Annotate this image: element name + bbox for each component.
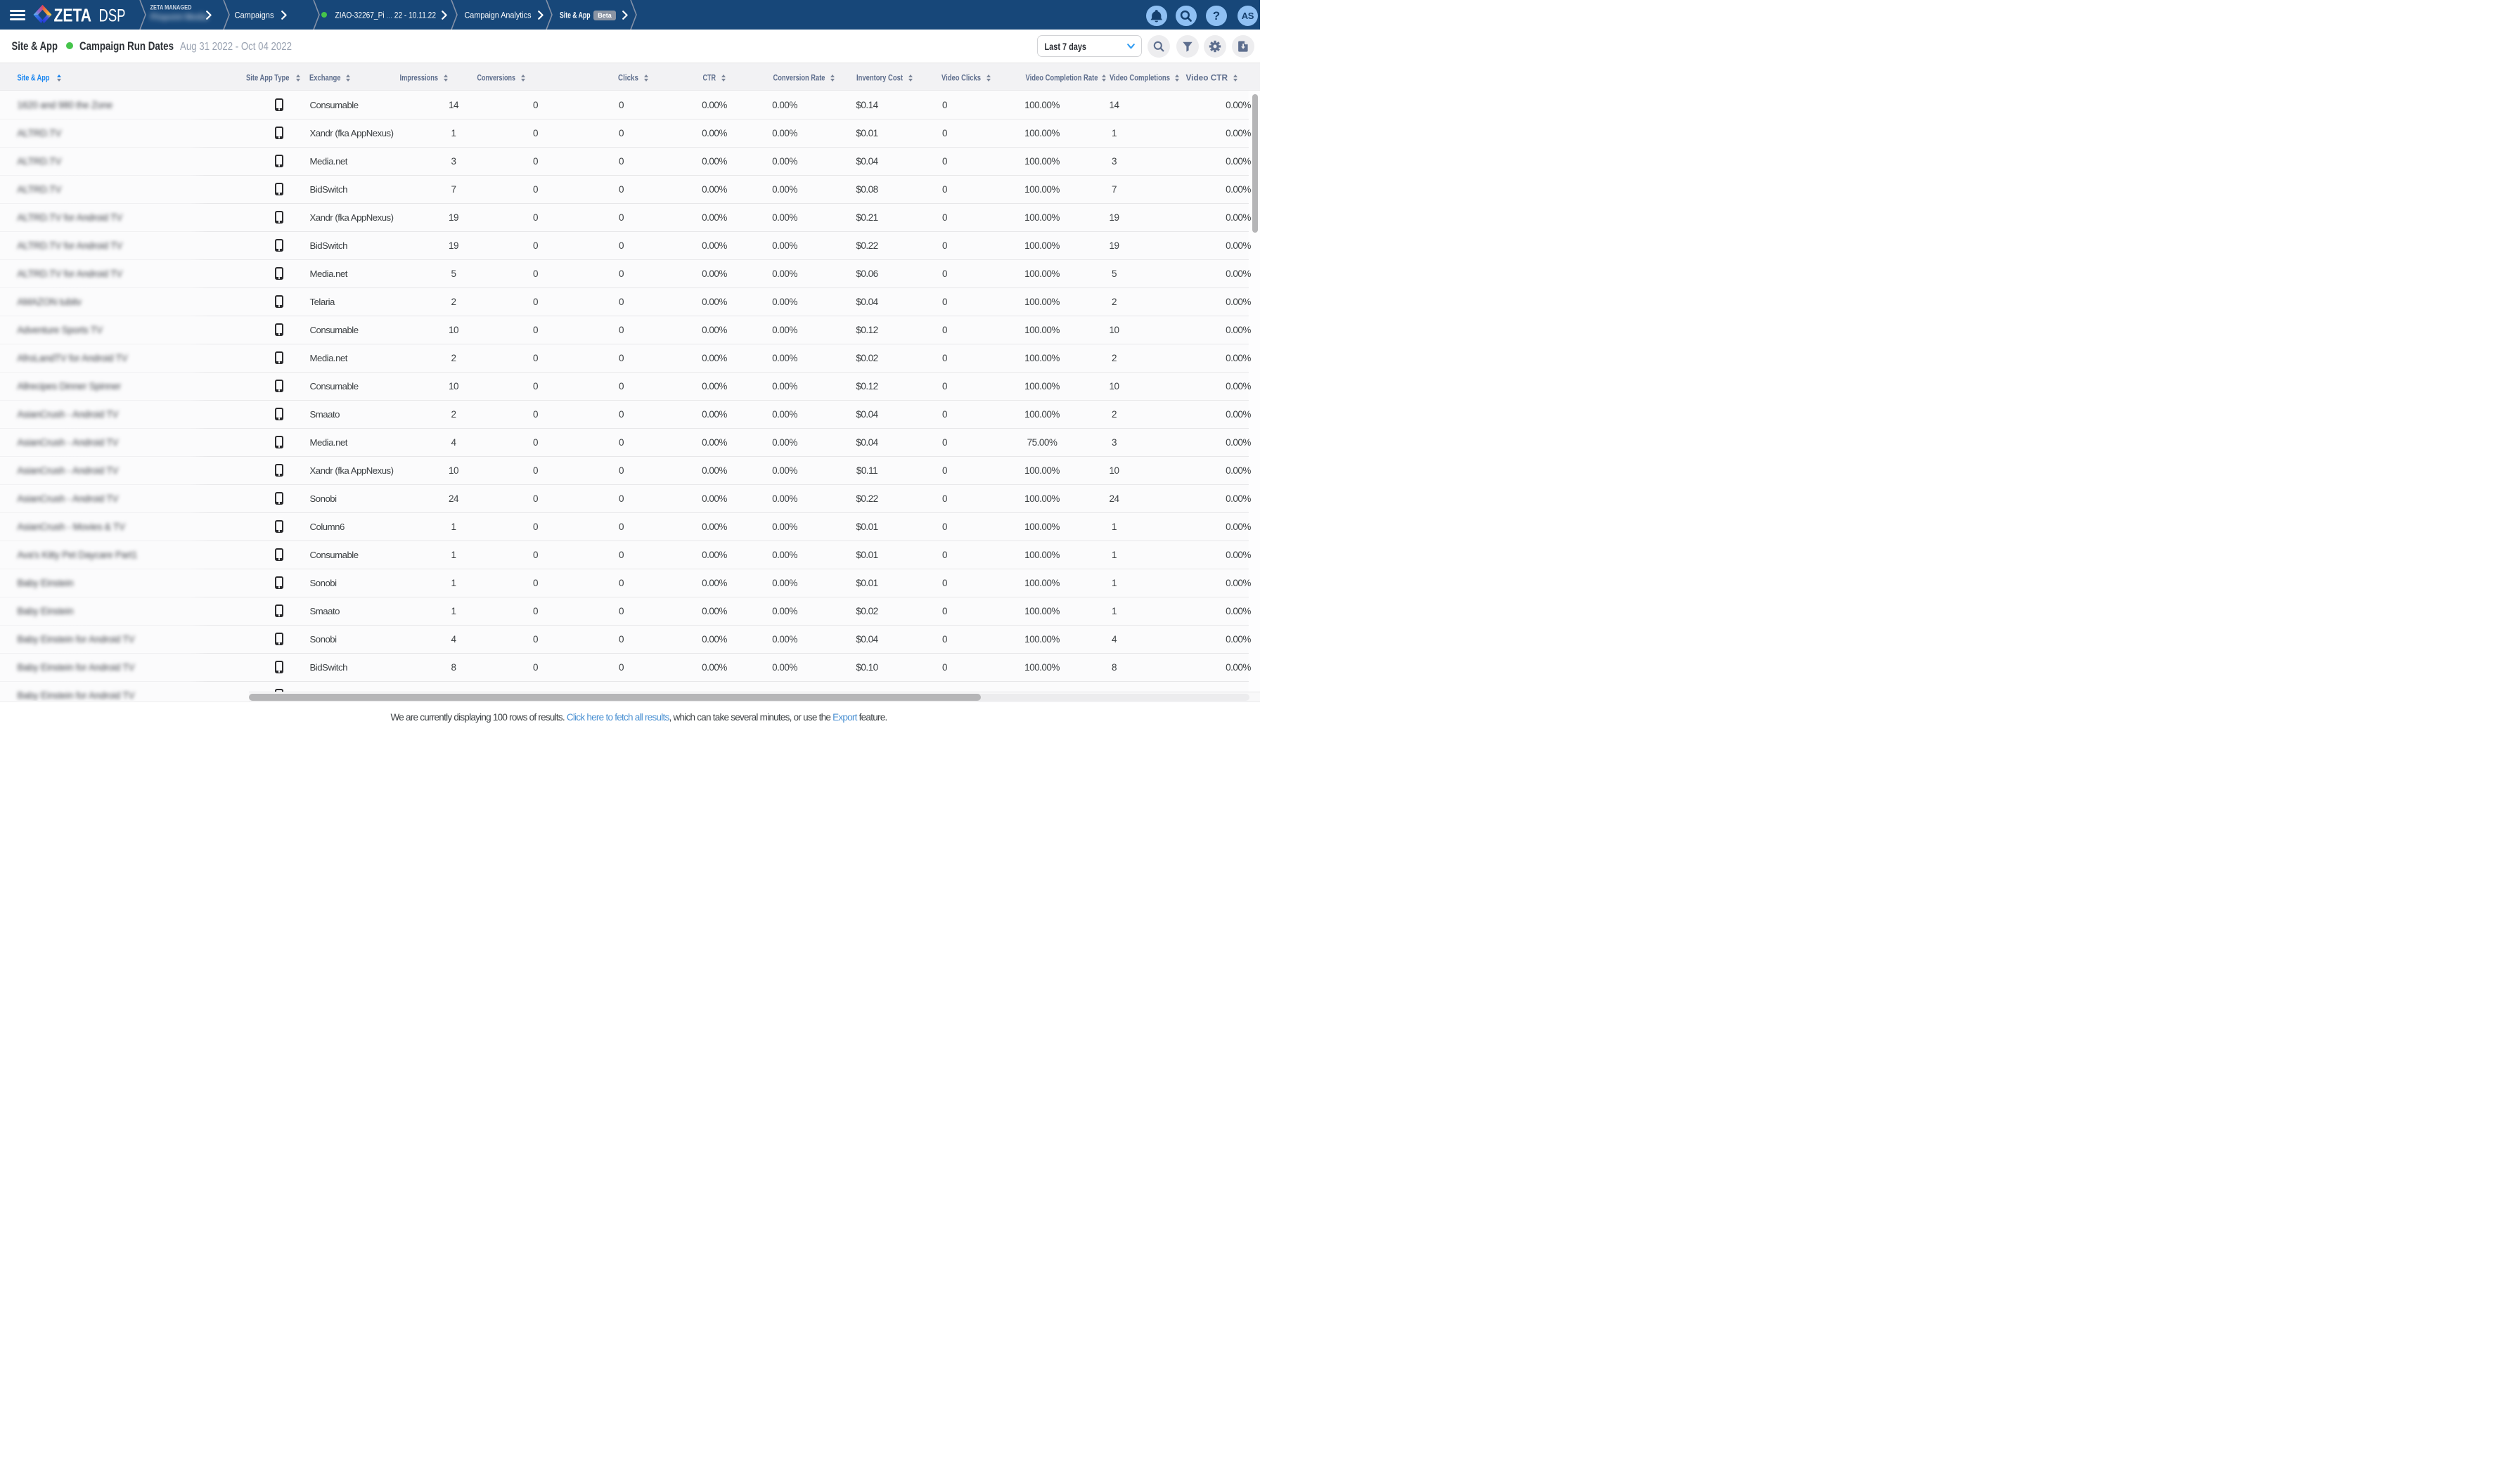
svg-text:Conversion Rate: Conversion Rate — [773, 73, 825, 82]
svg-text:Inventory Cost: Inventory Cost — [856, 73, 903, 82]
svg-text:Conversions: Conversions — [477, 73, 516, 82]
svg-text:CTR: CTR — [703, 73, 716, 82]
svg-text:Impressions: Impressions — [400, 73, 439, 82]
svg-text:Campaign Analytics: Campaign Analytics — [465, 10, 532, 20]
svg-text:Video Completion Rate: Video Completion Rate — [1026, 73, 1098, 82]
svg-text:ZETA MANAGED: ZETA MANAGED — [150, 4, 192, 11]
svg-text:Campaign Run Dates: Campaign Run Dates — [79, 40, 174, 53]
svg-text:Site & App: Site & App — [560, 10, 591, 20]
svg-text:Last 7 days: Last 7 days — [1045, 41, 1087, 52]
svg-text:Site & App: Site & App — [18, 73, 50, 82]
svg-text:Video Clicks: Video Clicks — [941, 73, 981, 82]
svg-text:Clicks: Clicks — [618, 73, 638, 82]
svg-text:Site App Type: Site App Type — [246, 73, 290, 82]
svg-text:Exchange: Exchange — [309, 73, 341, 82]
svg-text:Site & App: Site & App — [12, 40, 58, 53]
svg-text:Video Completions: Video Completions — [1110, 73, 1170, 82]
svg-text:ZIAO-32267_Pi ... 22 - 10.11.2: ZIAO-32267_Pi ... 22 - 10.11.22 — [335, 10, 437, 20]
svg-text:Campaigns: Campaigns — [235, 10, 274, 20]
svg-text:Aug 31 2022 - Oct 04 2022: Aug 31 2022 - Oct 04 2022 — [180, 41, 292, 53]
svg-text:Video CTR: Video CTR — [1186, 73, 1228, 82]
